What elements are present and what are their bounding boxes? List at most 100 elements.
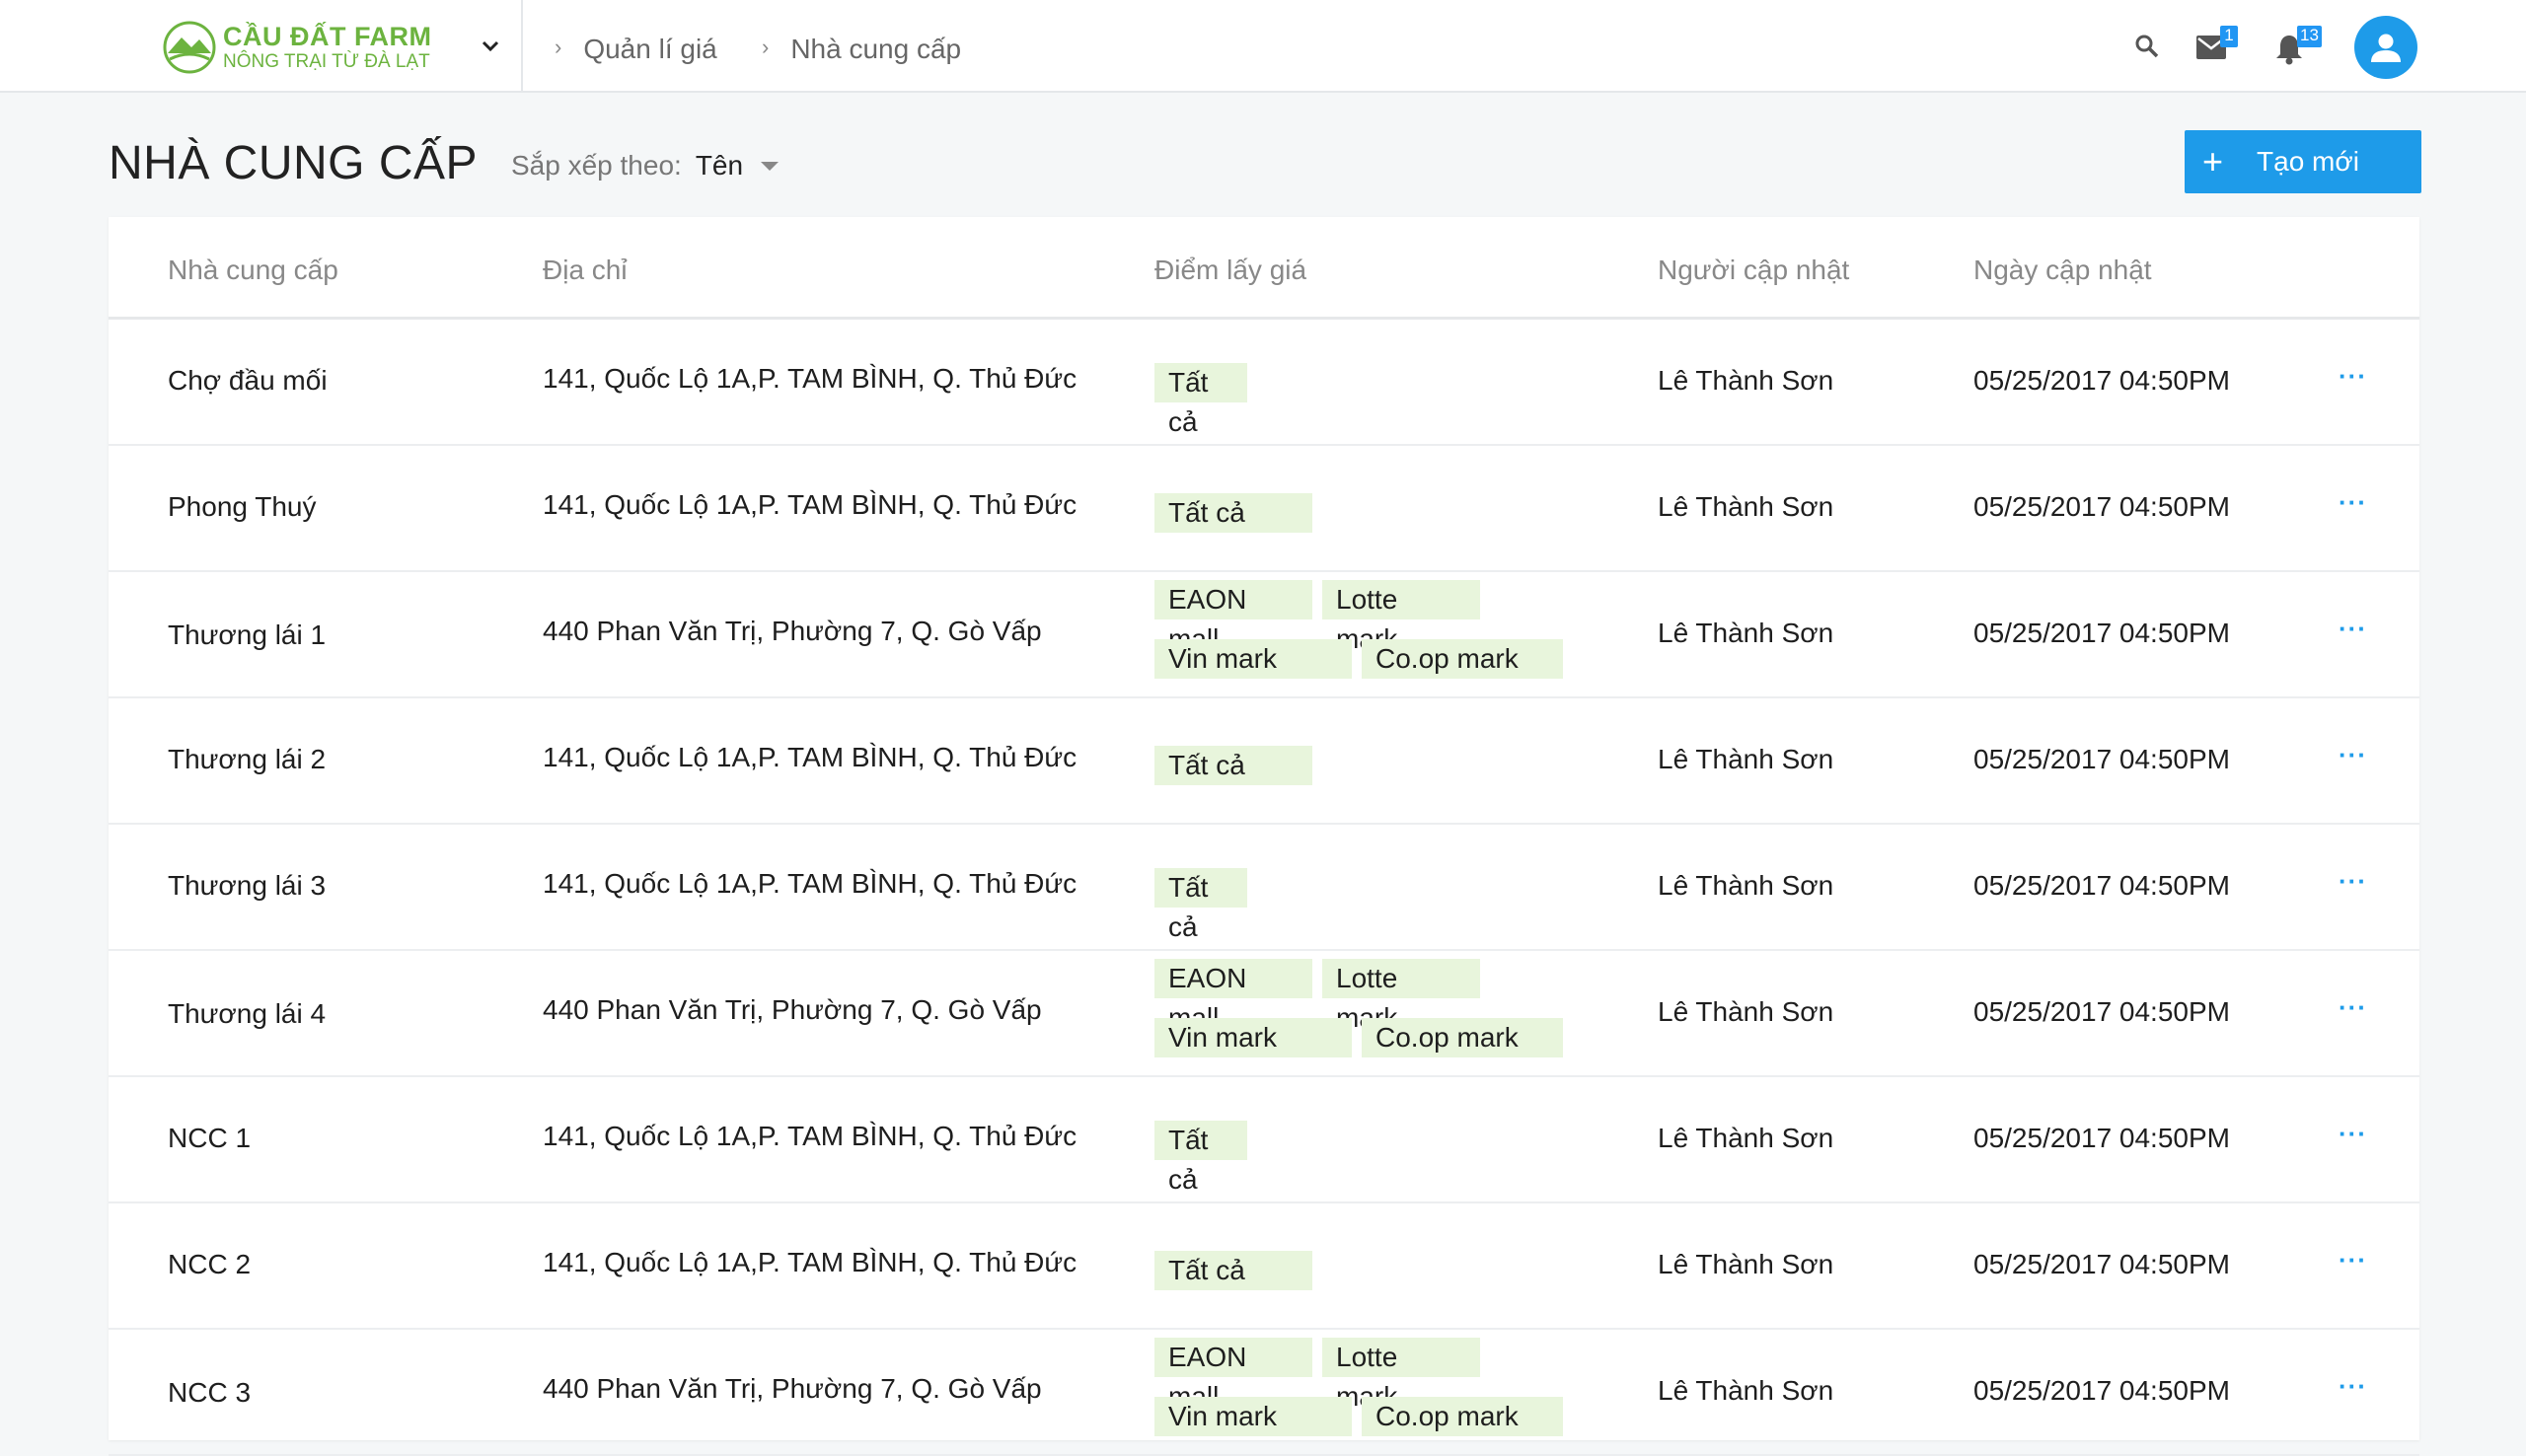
table-header: Nhà cung cấp Địa chỉ Điểm lấy giá Người …	[109, 217, 2419, 320]
updated-by: Lê Thành Sơn	[1658, 618, 1834, 648]
price-point-tag: Tất cả	[1154, 1251, 1312, 1290]
mail-button[interactable]: 1	[2196, 26, 2240, 63]
price-point-tag: EAON mall	[1154, 959, 1312, 1033]
more-actions-icon[interactable]: ···	[2339, 1371, 2367, 1402]
supplier-address: 141, Quốc Lộ 1A,P. TAM BÌNH, Q. Thủ Đức	[543, 742, 1077, 772]
table-row[interactable]: NCC 3 440 Phan Văn Trị, Phường 7, Q. Gò V…	[109, 1330, 2419, 1456]
column-header-updated-date[interactable]: Ngày cập nhật	[1973, 255, 2152, 286]
updated-date: 05/25/2017 04:50PM	[1973, 365, 2230, 396]
breadcrumb-item-suppliers[interactable]: › Nhà cung cấp	[762, 34, 961, 65]
price-point-tag: Co.op mark	[1362, 1018, 1563, 1057]
farm-logo-icon	[163, 21, 216, 74]
more-actions-icon[interactable]: ···	[2339, 487, 2367, 518]
plus-icon: +	[2202, 141, 2224, 182]
more-actions-icon[interactable]: ···	[2339, 740, 2367, 770]
more-actions-icon[interactable]: ···	[2339, 1245, 2367, 1275]
updated-by: Lê Thành Sơn	[1658, 744, 1834, 774]
supplier-address: 141, Quốc Lộ 1A,P. TAM BÌNH, Q. Thủ Đức	[543, 1247, 1077, 1277]
breadcrumb-item-pricing[interactable]: › Quản lí giá	[555, 34, 717, 65]
price-point-tag: Vin mark	[1154, 639, 1352, 679]
price-point-tag: Co.op mark	[1362, 1397, 1563, 1436]
price-point-tag: Co.op mark	[1362, 639, 1563, 679]
supplier-address: 440 Phan Văn Trị, Phường 7, Q. Gò Vấp	[543, 1373, 1042, 1404]
table-row[interactable]: Thương lái 1 440 Phan Văn Trị, Phường 7, …	[109, 572, 2419, 698]
chevron-right-icon: ›	[762, 35, 770, 59]
notification-button[interactable]: 13	[2275, 26, 2325, 65]
breadcrumb-label: Nhà cung cấp	[790, 34, 962, 64]
more-actions-icon[interactable]: ···	[2339, 1119, 2367, 1149]
more-actions-icon[interactable]: ···	[2339, 992, 2367, 1023]
search-icon[interactable]	[2133, 33, 2161, 60]
updated-date: 05/25/2017 04:50PM	[1973, 618, 2230, 648]
price-point-tag: Tất cả	[1154, 363, 1247, 437]
price-point-tag: Tất cả	[1154, 746, 1312, 785]
supplier-name: NCC 1	[168, 1123, 252, 1153]
updated-by: Lê Thành Sơn	[1658, 1123, 1834, 1153]
table-row[interactable]: Thương lái 2 141, Quốc Lộ 1A,P. TAM BÌNH,…	[109, 698, 2419, 825]
create-new-button[interactable]: + Tạo mới	[2185, 130, 2421, 193]
chevron-right-icon: ›	[555, 35, 562, 59]
table-row[interactable]: NCC 1 141, Quốc Lộ 1A,P. TAM BÌNH, Q. Thủ…	[109, 1077, 2419, 1203]
sort-dropdown[interactable]: Sắp xếp theo: Tên	[511, 150, 780, 182]
more-actions-icon[interactable]: ···	[2339, 866, 2367, 897]
column-header-address[interactable]: Địa chỉ	[543, 255, 628, 286]
caret-down-icon	[761, 161, 780, 171]
updated-by: Lê Thành Sơn	[1658, 870, 1834, 901]
supplier-name: Thương lái 2	[168, 744, 327, 774]
updated-by: Lê Thành Sơn	[1658, 996, 1834, 1027]
price-point-tag: Vin mark	[1154, 1018, 1352, 1057]
price-point-tag: Lotte mark	[1322, 959, 1480, 1033]
table-row[interactable]: Phong Thuý 141, Quốc Lộ 1A,P. TAM BÌNH, Q…	[109, 446, 2419, 572]
updated-date: 05/25/2017 04:50PM	[1973, 491, 2230, 522]
supplier-address: 440 Phan Văn Trị, Phường 7, Q. Gò Vấp	[543, 616, 1042, 646]
price-point-tag: Lotte mark	[1322, 1338, 1480, 1412]
column-header-updated-by[interactable]: Người cập nhật	[1658, 255, 1849, 286]
suppliers-table: Nhà cung cấp Địa chỉ Điểm lấy giá Người …	[109, 217, 2419, 1456]
updated-date: 05/25/2017 04:50PM	[1973, 1375, 2230, 1406]
supplier-address: 141, Quốc Lộ 1A,P. TAM BÌNH, Q. Thủ Đức	[543, 489, 1077, 520]
chevron-down-icon[interactable]	[478, 34, 503, 59]
breadcrumb-label: Quản lí giá	[583, 34, 717, 64]
column-header-supplier[interactable]: Nhà cung cấp	[168, 255, 338, 286]
price-point-tag: EAON mall	[1154, 580, 1312, 654]
mail-count-badge: 1	[2220, 26, 2238, 47]
supplier-name: Chợ đầu mối	[168, 365, 328, 396]
updated-date: 05/25/2017 04:50PM	[1973, 1123, 2230, 1153]
brand-tagline: NÔNG TRẠI TỪ ĐÀ LẠT	[223, 51, 430, 72]
updated-by: Lê Thành Sơn	[1658, 1375, 1834, 1406]
price-point-tag: Tất cả	[1154, 868, 1247, 942]
price-point-tag: Vin mark	[1154, 1397, 1352, 1436]
supplier-name: Phong Thuý	[168, 491, 317, 522]
divider	[521, 0, 523, 93]
table-row[interactable]: NCC 2 141, Quốc Lộ 1A,P. TAM BÌNH, Q. Thủ…	[109, 1203, 2419, 1330]
updated-date: 05/25/2017 04:50PM	[1973, 1249, 2230, 1279]
user-avatar[interactable]	[2354, 16, 2417, 79]
table-row[interactable]: Thương lái 4 440 Phan Văn Trị, Phường 7, …	[109, 951, 2419, 1077]
more-actions-icon[interactable]: ···	[2339, 614, 2367, 644]
supplier-name: NCC 2	[168, 1249, 252, 1279]
supplier-address: 141, Quốc Lộ 1A,P. TAM BÌNH, Q. Thủ Đức	[543, 363, 1077, 394]
notification-count-badge: 13	[2297, 26, 2322, 47]
updated-date: 05/25/2017 04:50PM	[1973, 996, 2230, 1027]
price-point-tag: EAON mall	[1154, 1338, 1312, 1412]
supplier-name: Thương lái 3	[168, 870, 327, 901]
price-point-tag: Lotte mark	[1322, 580, 1480, 654]
updated-date: 05/25/2017 04:50PM	[1973, 744, 2230, 774]
supplier-address: 141, Quốc Lộ 1A,P. TAM BÌNH, Q. Thủ Đức	[543, 1121, 1077, 1151]
user-icon	[2371, 34, 2401, 62]
table-row[interactable]: Thương lái 3 141, Quốc Lộ 1A,P. TAM BÌNH,…	[109, 825, 2419, 951]
more-actions-icon[interactable]: ···	[2339, 361, 2367, 392]
updated-date: 05/25/2017 04:50PM	[1973, 870, 2230, 901]
updated-by: Lê Thành Sơn	[1658, 491, 1834, 522]
supplier-name: NCC 3	[168, 1377, 252, 1408]
top-bar: CẦU ĐẤT FARM NÔNG TRẠI TỪ ĐÀ LẠT › Quản …	[0, 0, 2526, 93]
table-row[interactable]: Chợ đầu mối 141, Quốc Lộ 1A,P. TAM BÌNH, …	[109, 320, 2419, 446]
supplier-address: 141, Quốc Lộ 1A,P. TAM BÌNH, Q. Thủ Đức	[543, 868, 1077, 899]
column-header-price-points[interactable]: Điểm lấy giá	[1154, 255, 1306, 286]
price-point-tag: Tất cả	[1154, 493, 1312, 533]
brand-logo[interactable]: CẦU ĐẤT FARM NÔNG TRẠI TỪ ĐÀ LẠT	[162, 20, 431, 75]
supplier-name: Thương lái 1	[168, 619, 327, 650]
supplier-name: Thương lái 4	[168, 998, 327, 1029]
price-point-tag: Tất cả	[1154, 1121, 1247, 1195]
brand-name: CẦU ĐẤT FARM	[223, 22, 432, 51]
